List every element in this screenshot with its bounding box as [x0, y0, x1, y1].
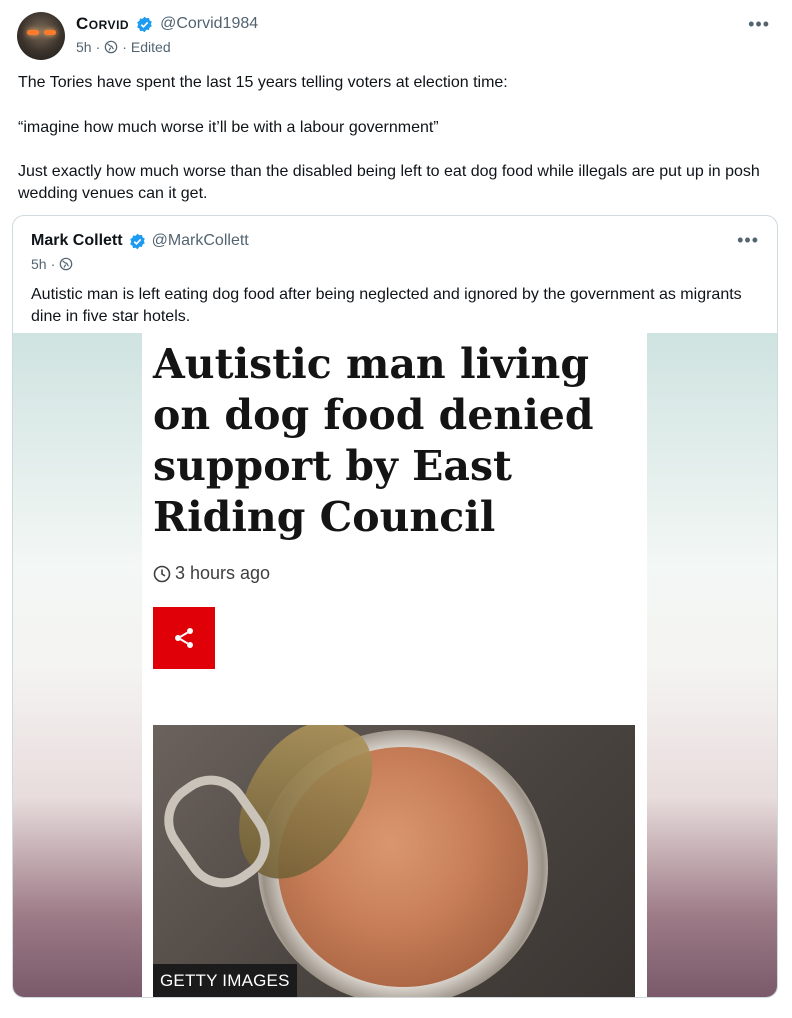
photo-credit: GETTY IMAGES: [153, 964, 297, 997]
quoted-post[interactable]: Mark Collett @MarkCollett 5h · ••• Autis…: [12, 215, 778, 998]
clock-icon: [153, 565, 171, 582]
separator-dot: ·: [95, 39, 101, 55]
post-meta: 5h · · Edited: [76, 39, 171, 55]
author-name[interactable]: Corvid: [76, 14, 129, 34]
quote-media-image[interactable]: Autistic man living on dog food denied s…: [13, 333, 777, 997]
quote-time[interactable]: 5h: [31, 256, 47, 272]
post-text-line: “imagine how much worse it’ll be with a …: [18, 119, 439, 136]
avatar-eye: [27, 30, 39, 35]
separator-dot: ·: [122, 39, 127, 55]
article-time-text: 3 hours ago: [175, 563, 271, 583]
article-screenshot: Autistic man living on dog food denied s…: [142, 333, 647, 997]
verified-icon: [129, 233, 145, 249]
verified-icon: [137, 16, 152, 32]
globe-icon: [59, 257, 73, 271]
separator-dot: ·: [50, 256, 56, 272]
avatar[interactable]: [17, 12, 65, 60]
author-handle[interactable]: @Corvid1984: [160, 15, 258, 33]
share-button: [153, 607, 215, 669]
post-text-line: Just exactly how much worse than the dis…: [18, 163, 760, 202]
more-icon[interactable]: •••: [737, 230, 759, 251]
avatar-eye: [44, 30, 56, 35]
post-time[interactable]: 5h: [76, 39, 92, 55]
edited-label[interactable]: Edited: [131, 39, 171, 55]
post-text-line: The Tories have spent the last 15 years …: [18, 74, 508, 91]
article-headline: Autistic man living on dog food denied s…: [153, 340, 594, 541]
quote-header: Mark Collett @MarkCollett: [31, 232, 249, 250]
quote-text: Autistic man is left eating dog food aft…: [31, 286, 742, 325]
quote-meta: 5h ·: [31, 256, 73, 272]
post-header: Corvid @Corvid1984: [76, 14, 258, 34]
dog-food-photo: GETTY IMAGES: [153, 725, 635, 997]
quote-author-handle[interactable]: @MarkCollett: [152, 232, 249, 250]
more-icon[interactable]: •••: [748, 14, 770, 35]
globe-icon: [104, 40, 118, 54]
article-time: 3 hours ago: [153, 563, 270, 584]
quote-author-name[interactable]: Mark Collett: [31, 232, 123, 250]
post: Corvid @Corvid1984 5h · · Edited ••• The…: [0, 0, 792, 1018]
share-icon: [175, 628, 193, 648]
